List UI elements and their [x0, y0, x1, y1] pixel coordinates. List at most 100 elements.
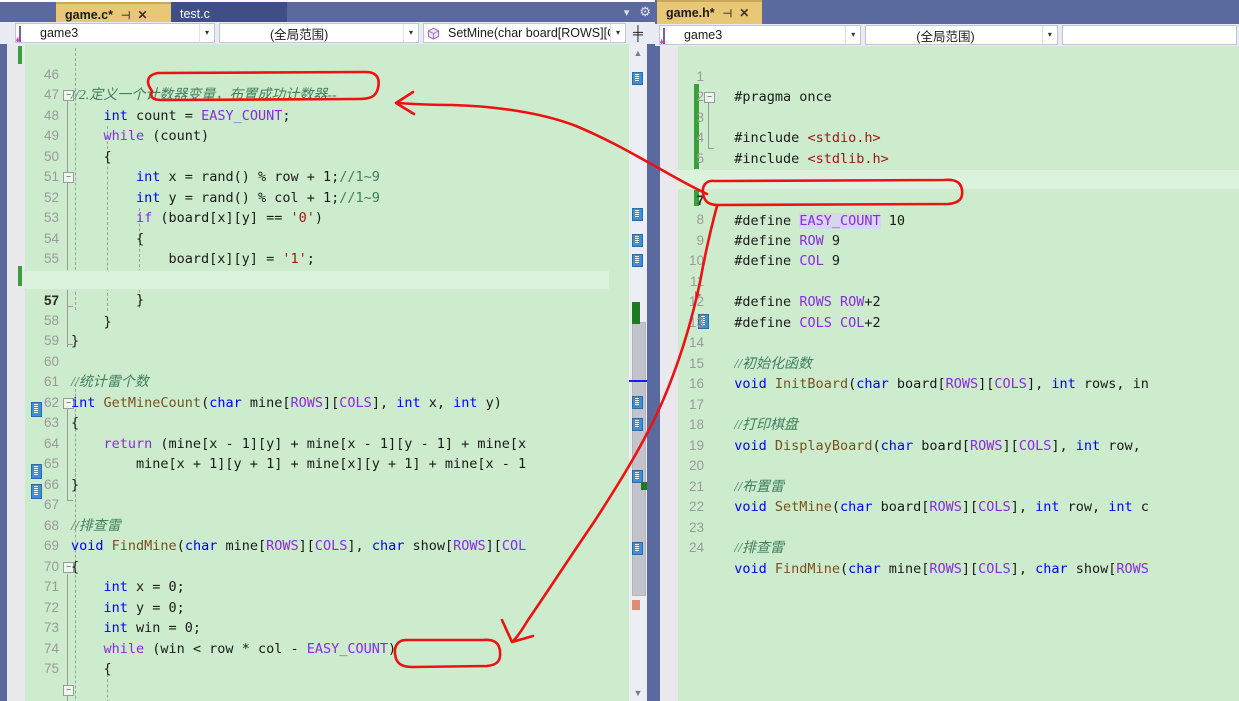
- member-dropdown[interactable]: [1061, 25, 1237, 45]
- right-code-editor[interactable]: − 1 #pragma once 2 3 #include <stdio.h> …: [655, 46, 1239, 701]
- tab-pin-icon[interactable]: ⊣: [723, 7, 733, 20]
- project-dropdown[interactable]: game3 ▾: [15, 23, 215, 43]
- scope-dropdown-value: (全局范围): [916, 29, 975, 44]
- code-line[interactable]: 6: [678, 149, 1239, 186]
- tab-test-c-label: test.c: [180, 7, 210, 21]
- code-line[interactable]: 21 void SetMine(char board[ROWS][COLS], …: [678, 456, 1239, 516]
- code-line[interactable]: 24 void FindMine(char mine[ROWS][COLS], …: [678, 518, 1239, 577]
- chevron-down-icon[interactable]: ▾: [624, 6, 630, 19]
- close-icon[interactable]: ✕: [138, 8, 148, 22]
- code-line[interactable]: 62 {: [25, 372, 609, 432]
- code-line[interactable]: 5 #include <time.h>: [678, 128, 1239, 188]
- tab-pin-icon[interactable]: ⊣: [121, 9, 131, 22]
- right-code-text[interactable]: − 1 #pragma once 2 3 #include <stdio.h> …: [678, 46, 1239, 701]
- code-line[interactable]: 73 while (win < row * col - EASY_COUNT): [25, 598, 609, 657]
- code-line[interactable]: 10: [678, 231, 1239, 268]
- line-number: 24: [688, 540, 704, 555]
- left-tab-strip: game.c* ⊣ ✕ test.c ▾ ⚙: [0, 0, 655, 26]
- code-line[interactable]: 13: [678, 292, 1239, 330]
- line-number: 75: [43, 661, 59, 676]
- left-tab-strip-buttons: ▾ ⚙: [624, 4, 651, 20]
- code-line[interactable]: 8 #define ROW 9: [678, 190, 1239, 249]
- left-code-editor[interactable]: − − − − − 46 //2.定义一个计数器变量，布置成功计数器-- 47 …: [0, 44, 655, 701]
- right-tab-strip: game.h* ⊣ ✕: [655, 0, 1239, 24]
- left-code-surface[interactable]: − − − − − 46 //2.定义一个计数器变量，布置成功计数器-- 47 …: [25, 44, 609, 701]
- code-line[interactable]: 70 int x = 0;: [25, 536, 609, 596]
- code-line[interactable]: 51 int y = rand() % col + 1;//1~9: [25, 147, 609, 206]
- code-line[interactable]: 16: [678, 354, 1239, 391]
- code-line[interactable]: 54 board[x][y] = '1';: [25, 208, 609, 268]
- code-line[interactable]: 72 int win = 0;: [25, 577, 609, 637]
- code-line[interactable]: 17 //打印棋盘: [678, 374, 1239, 434]
- code-line[interactable]: 52 if (board[x][y] == '0'): [25, 167, 609, 227]
- chevron-down-icon[interactable]: ▾: [403, 24, 418, 42]
- code-line[interactable]: 47 int count = EASY_COUNT;: [25, 65, 609, 124]
- code-line[interactable]: 65 }: [25, 434, 609, 493]
- left-indicator-margin[interactable]: [7, 44, 25, 701]
- code-line[interactable]: 55 count--;: [25, 229, 609, 288]
- scroll-caret-marker: [629, 380, 647, 382]
- scroll-down-arrow-icon[interactable]: ▼: [629, 684, 647, 701]
- code-line[interactable]: 19: [678, 415, 1239, 453]
- code-line[interactable]: 68 void FindMine(char mine[ROWS][COLS], …: [25, 495, 609, 555]
- code-line[interactable]: 12 #define COLS COL+2: [678, 272, 1239, 331]
- left-vertical-scrollbar[interactable]: ▲ ▼: [629, 44, 648, 701]
- scroll-change-marker: [632, 302, 640, 324]
- split-editor-button[interactable]: ╪: [628, 22, 648, 44]
- code-line-current[interactable]: 57 }: [25, 269, 609, 330]
- close-icon[interactable]: ✕: [739, 6, 749, 20]
- code-line[interactable]: 11 #define ROWS ROW+2: [678, 251, 1239, 311]
- code-line[interactable]: 48 while (count): [25, 85, 609, 145]
- code-line[interactable]: 69 {: [25, 516, 609, 575]
- code-line[interactable]: 58 }: [25, 290, 609, 350]
- code-line[interactable]: 9 #define COL 9: [678, 210, 1239, 270]
- code-line[interactable]: 14 //初始化函数: [678, 313, 1239, 372]
- gear-icon[interactable]: ⚙: [639, 4, 651, 20]
- code-line[interactable]: 71 int y = 0;: [25, 557, 609, 616]
- code-line[interactable]: 56 }: [25, 249, 609, 309]
- vs-editor-window: game.c* ⊣ ✕ test.c ▾ ⚙ game3 ▾: [0, 0, 1239, 701]
- left-pane-right-edge: [647, 44, 655, 701]
- code-line[interactable]: 46 //2.定义一个计数器变量，布置成功计数器--: [25, 44, 609, 104]
- scroll-edit-marker: [632, 72, 643, 85]
- code-line[interactable]: 3 #include <stdio.h>: [678, 87, 1239, 147]
- right-code-surface[interactable]: − 1 #pragma once 2 3 #include <stdio.h> …: [678, 46, 1239, 701]
- code-line[interactable]: 1 #pragma once: [678, 46, 1239, 106]
- scope-dropdown[interactable]: (全局范围) ▾: [219, 23, 419, 43]
- code-line[interactable]: 23 //排查雷: [678, 497, 1239, 557]
- code-line[interactable]: 53 {: [25, 188, 609, 247]
- code-line[interactable]: 2: [678, 67, 1239, 104]
- chevron-down-icon[interactable]: ▾: [199, 24, 214, 42]
- tab-game-h[interactable]: game.h* ⊣ ✕: [657, 0, 762, 24]
- chevron-down-icon[interactable]: ▾: [1041, 26, 1057, 44]
- project-dropdown[interactable]: game3 ▾: [658, 25, 862, 45]
- code-line[interactable]: 18 void DisplayBoard(char board[ROWS][CO…: [678, 395, 1239, 454]
- code-line[interactable]: 50 int x = rand() % row + 1;//1~9: [25, 126, 609, 186]
- member-dropdown[interactable]: SetMine(char board[ROWS][C ▾: [423, 23, 626, 43]
- code-line[interactable]: 22: [678, 477, 1239, 514]
- code-line[interactable]: 64 mine[x + 1][y + 1] + mine[x][y + 1] +…: [25, 413, 609, 473]
- code-line[interactable]: 66: [25, 454, 609, 492]
- code-line[interactable]: 74 {: [25, 618, 609, 678]
- code-line[interactable]: 60 //统计雷个数: [25, 331, 609, 391]
- code-line[interactable]: 61 int GetMineCount(char mine[ROWS][COLS…: [25, 352, 609, 411]
- left-editor-border: [0, 44, 7, 701]
- code-line[interactable]: 75: [25, 639, 609, 676]
- scroll-edit-marker: [632, 208, 643, 221]
- code-line[interactable]: 15 void InitBoard(char board[ROWS][COLS]…: [678, 333, 1239, 393]
- scroll-edit-marker: [632, 418, 643, 431]
- code-line[interactable]: 20 //布置雷: [678, 436, 1239, 495]
- code-line[interactable]: 67 //排查雷: [25, 475, 609, 534]
- code-line[interactable]: 49 {: [25, 106, 609, 165]
- scope-dropdown[interactable]: (全局范围) ▾: [865, 25, 1058, 45]
- right-indicator-margin[interactable]: [660, 46, 678, 701]
- code-line[interactable]: 59: [25, 311, 609, 348]
- code-line[interactable]: 63 return (mine[x - 1][y] + mine[x - 1][…: [25, 393, 609, 452]
- left-code-text[interactable]: − − − − − 46 //2.定义一个计数器变量，布置成功计数器-- 47 …: [25, 44, 609, 701]
- scroll-up-arrow-icon[interactable]: ▲: [629, 44, 647, 61]
- code-line-current[interactable]: 7 #define EASY_COUNT 10: [678, 169, 1239, 229]
- left-editor-pane: game.c* ⊣ ✕ test.c ▾ ⚙ game3 ▾: [0, 0, 655, 701]
- code-line[interactable]: 4 #include <stdlib.h>: [678, 108, 1239, 167]
- chevron-down-icon[interactable]: ▾: [610, 24, 625, 42]
- chevron-down-icon[interactable]: ▾: [845, 26, 860, 44]
